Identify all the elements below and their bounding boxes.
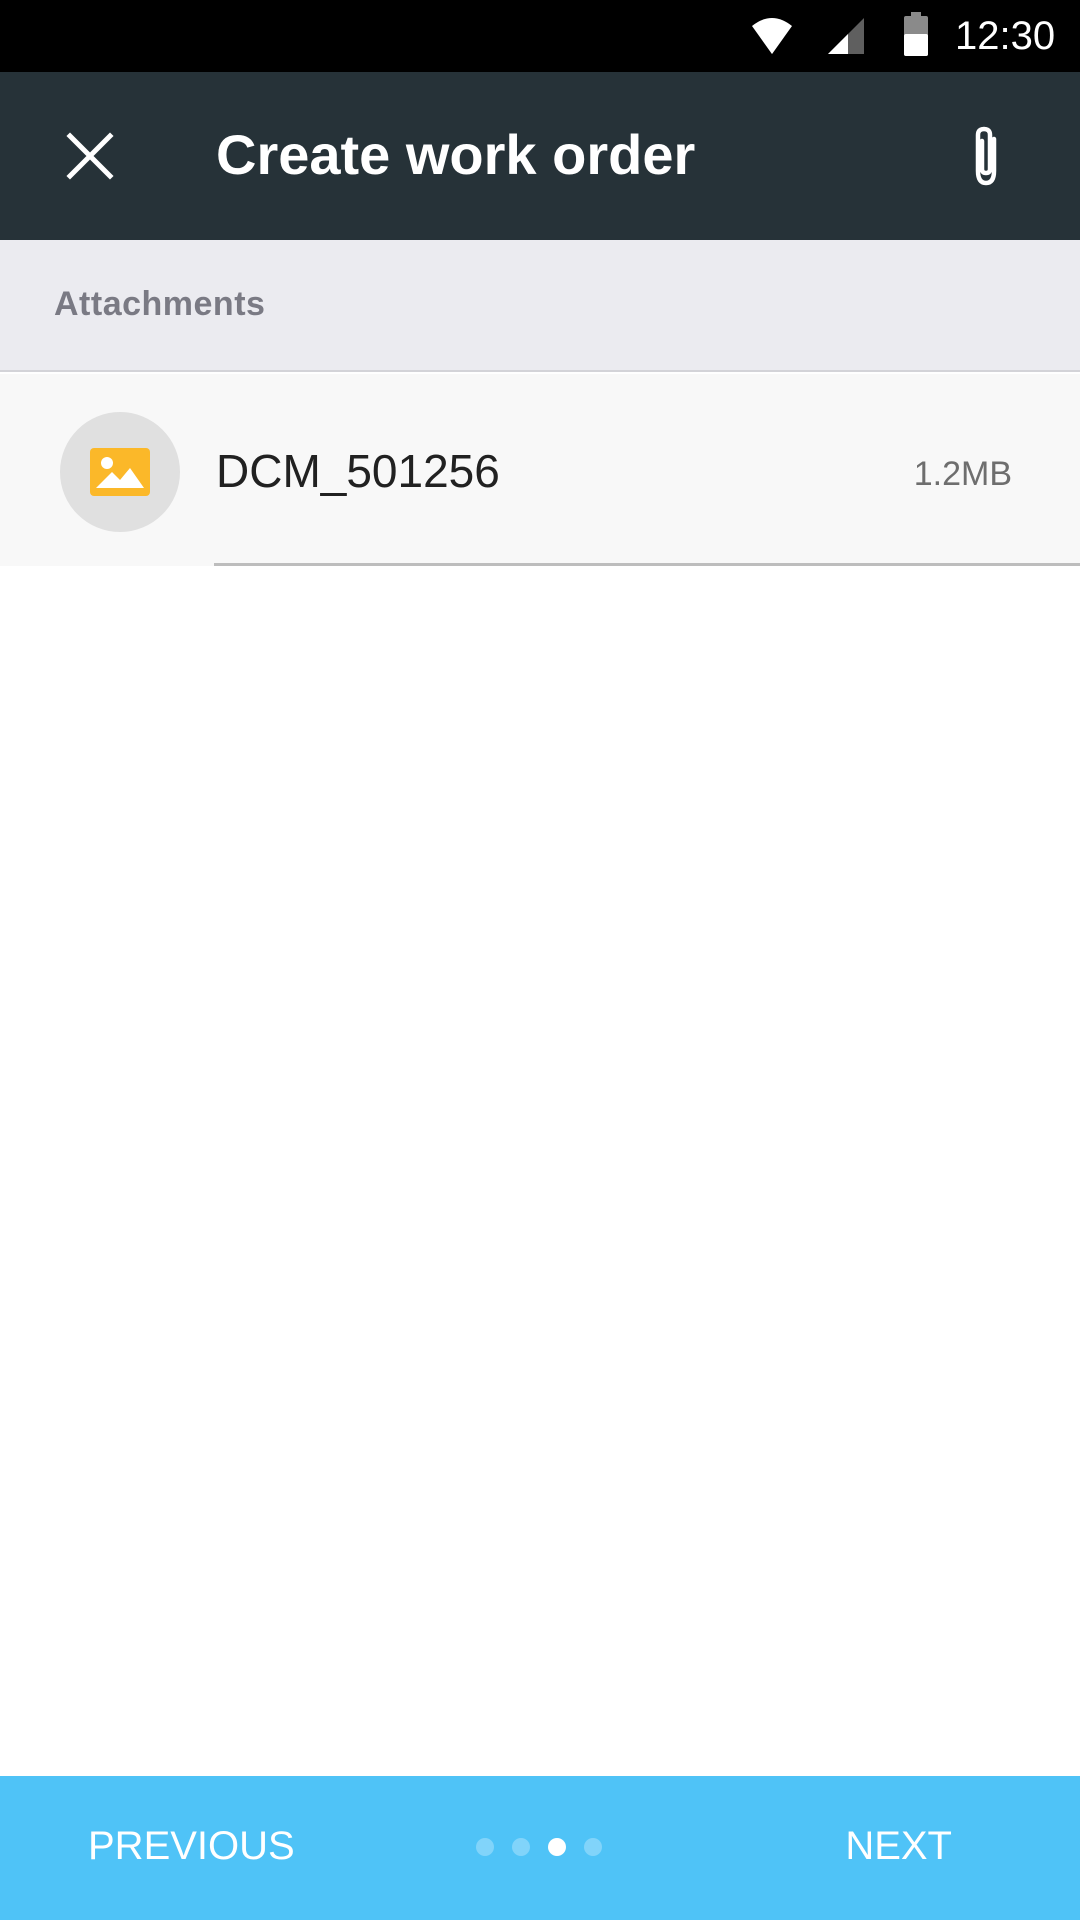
page-dot-4 <box>584 1838 602 1856</box>
attachments-section-header: Attachments <box>0 240 1080 372</box>
status-bar: 12:30 <box>0 0 1080 72</box>
page-indicator <box>476 1838 602 1858</box>
previous-button[interactable]: PREVIOUS <box>88 1822 295 1870</box>
bottom-navigation: PREVIOUS NEXT <box>0 1776 1080 1920</box>
app-bar: Create work order <box>0 72 1080 240</box>
section-label: Attachments <box>54 285 266 323</box>
attachment-thumbnail <box>60 412 180 532</box>
image-icon <box>90 448 150 496</box>
page-dot-3 <box>548 1838 566 1856</box>
close-icon <box>66 132 114 180</box>
attach-button[interactable] <box>940 110 1032 202</box>
page-dot-2 <box>512 1838 530 1856</box>
next-button[interactable]: NEXT <box>845 1822 952 1870</box>
page-title: Create work order <box>216 123 696 186</box>
attachment-name: DCM_501256 <box>216 445 500 497</box>
paperclip-icon <box>975 126 997 186</box>
wifi-icon <box>752 18 792 54</box>
battery-icon <box>904 12 928 56</box>
attachment-size: 1.2MB <box>913 455 1012 493</box>
close-button[interactable] <box>44 110 136 202</box>
cell-signal-icon <box>828 18 864 54</box>
page-dot-1 <box>476 1838 494 1856</box>
list-divider <box>214 563 1080 566</box>
status-time: 12:30 <box>955 14 1056 58</box>
attachment-list-item[interactable]: DCM_501256 1.2MB <box>0 374 1080 566</box>
